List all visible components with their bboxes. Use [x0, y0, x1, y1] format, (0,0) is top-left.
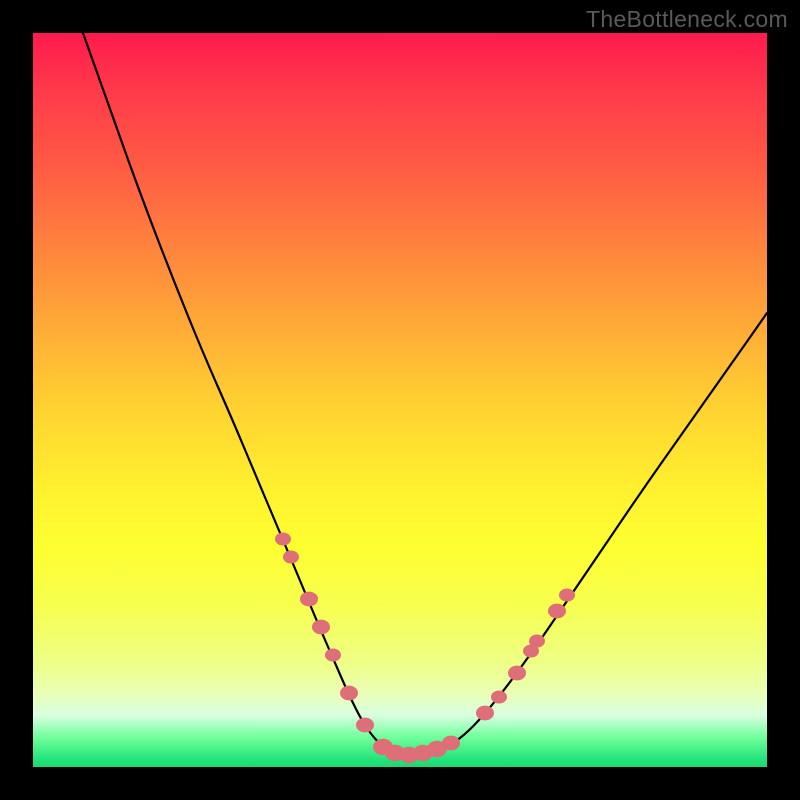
highlight-dot	[491, 690, 507, 703]
highlight-dot	[283, 550, 299, 563]
highlight-dot	[300, 592, 318, 607]
plot-area	[33, 33, 767, 767]
highlight-dot	[340, 686, 358, 701]
highlight-dot	[508, 666, 526, 681]
highlight-dot	[275, 532, 291, 545]
chart-svg	[33, 33, 767, 767]
highlight-dots-group	[275, 532, 575, 763]
watermark-text: TheBottleneck.com	[586, 6, 788, 33]
outer-frame: TheBottleneck.com	[0, 0, 800, 800]
bottleneck-curve	[83, 33, 767, 755]
highlight-dot	[476, 706, 494, 721]
highlight-dot	[312, 620, 330, 635]
highlight-dot	[442, 736, 460, 751]
highlight-dot	[529, 634, 545, 647]
highlight-dot	[559, 588, 575, 601]
highlight-dot	[548, 604, 566, 619]
highlight-dot	[356, 718, 374, 733]
highlight-dot	[325, 648, 341, 661]
